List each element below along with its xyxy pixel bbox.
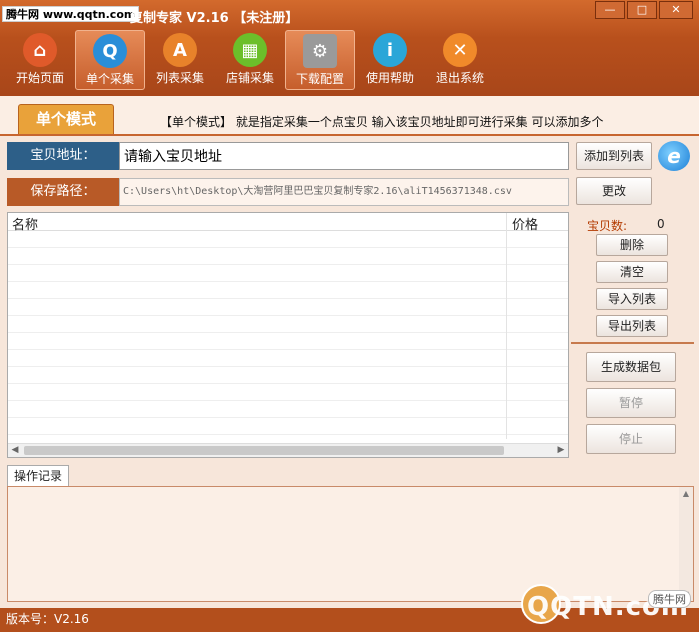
change-path-button[interactable]: 更改 bbox=[576, 177, 652, 205]
table-row bbox=[8, 367, 568, 384]
scroll-right-icon[interactable]: ▶ bbox=[554, 444, 568, 457]
browser-icon[interactable]: e bbox=[658, 141, 690, 171]
close-icon: ✕ bbox=[443, 33, 477, 67]
save-path-label: 保存路径： bbox=[7, 178, 119, 206]
toolbar-label: 单个采集 bbox=[85, 72, 134, 86]
column-divider bbox=[506, 213, 507, 439]
mode-description: 【单个模式】 就是指定采集一个点宝贝 输入该宝贝地址即可进行采集 可以添加多个 bbox=[160, 115, 604, 129]
info-icon: i bbox=[373, 33, 407, 67]
list-icon: A bbox=[163, 33, 197, 67]
toolbar-label: 下载配置 bbox=[295, 72, 344, 86]
panel-divider bbox=[571, 342, 694, 344]
toolbar: ⌂ 开始页面 Q 单个采集 A 列表采集 ▦ 店铺采集 ⚙ 下载配置 i 使用帮… bbox=[5, 30, 495, 90]
toolbar-label: 店铺采集 bbox=[225, 71, 274, 85]
import-list-button[interactable]: 导入列表 bbox=[596, 288, 668, 310]
toolbar-help[interactable]: i 使用帮助 bbox=[355, 30, 425, 90]
window-controls: — □ ✕ bbox=[595, 1, 693, 19]
item-table[interactable]: 名称 价格 ◀ ▶ bbox=[7, 212, 569, 458]
search-icon: Q bbox=[93, 34, 127, 68]
table-header: 名称 价格 bbox=[8, 213, 568, 233]
toolbar-label: 退出系统 bbox=[435, 71, 484, 85]
toolbar-label: 开始页面 bbox=[15, 71, 64, 85]
toolbar-shop-collect[interactable]: ▦ 店铺采集 bbox=[215, 30, 285, 90]
scroll-left-icon[interactable]: ◀ bbox=[8, 444, 22, 457]
item-count-value: 0 bbox=[657, 217, 665, 231]
delete-button[interactable]: 删除 bbox=[596, 234, 668, 256]
pause-button[interactable]: 暂停 bbox=[586, 388, 676, 418]
app-title: 复制专家 V2.16 【未注册】 bbox=[130, 11, 299, 26]
column-price[interactable]: 价格 bbox=[512, 214, 538, 233]
address-input[interactable] bbox=[119, 142, 569, 170]
minimize-button[interactable]: — bbox=[595, 1, 625, 19]
table-row bbox=[8, 282, 568, 299]
stop-button[interactable]: 停止 bbox=[586, 424, 676, 454]
clear-button[interactable]: 清空 bbox=[596, 261, 668, 283]
maximize-button[interactable]: □ bbox=[627, 1, 657, 19]
mode-bar: 单个模式 【单个模式】 就是指定采集一个点宝贝 输入该宝贝地址即可进行采集 可以… bbox=[0, 96, 699, 136]
item-count-label: 宝贝数: bbox=[587, 219, 628, 233]
toolbar-label: 使用帮助 bbox=[365, 71, 414, 85]
table-row bbox=[8, 265, 568, 282]
watermark: 腾牛网 www.qqtn.com bbox=[2, 6, 140, 22]
toolbar-download-config[interactable]: ⚙ 下载配置 bbox=[285, 30, 355, 90]
address-label: 宝贝地址： bbox=[7, 142, 119, 170]
toolbar-exit[interactable]: ✕ 退出系统 bbox=[425, 30, 495, 90]
brand-badge: 腾牛网 bbox=[648, 590, 691, 608]
log-tab[interactable]: 操作记录 bbox=[7, 465, 69, 487]
table-row bbox=[8, 401, 568, 418]
add-to-list-button[interactable]: 添加到列表 bbox=[576, 142, 652, 170]
toolbar-home[interactable]: ⌂ 开始页面 bbox=[5, 30, 75, 90]
export-list-button[interactable]: 导出列表 bbox=[596, 315, 668, 337]
table-row bbox=[8, 299, 568, 316]
generate-package-button[interactable]: 生成数据包 bbox=[586, 352, 676, 382]
column-name[interactable]: 名称 bbox=[12, 214, 38, 233]
mode-tab[interactable]: 单个模式 bbox=[18, 104, 114, 134]
toolbar-label: 列表采集 bbox=[155, 71, 204, 85]
toolbar-single-collect[interactable]: Q 单个采集 bbox=[75, 30, 145, 90]
version-label: 版本号：V2.16 bbox=[6, 612, 89, 626]
horizontal-scrollbar[interactable]: ◀ ▶ bbox=[8, 443, 568, 457]
scroll-thumb[interactable] bbox=[24, 446, 504, 455]
table-row bbox=[8, 418, 568, 435]
scroll-up-icon[interactable]: ▲ bbox=[679, 487, 693, 500]
settings-icon: ⚙ bbox=[303, 34, 337, 68]
table-row bbox=[8, 248, 568, 265]
table-row bbox=[8, 350, 568, 367]
shop-icon: ▦ bbox=[233, 33, 267, 67]
title-bar: 腾牛网 www.qqtn.com 复制专家 V2.16 【未注册】 — □ ✕ … bbox=[0, 0, 699, 96]
save-path-field[interactable]: C:\Users\ht\Desktop\大淘营阿里巴巴宝贝复制专家2.16\al… bbox=[119, 178, 569, 206]
close-button[interactable]: ✕ bbox=[659, 1, 693, 19]
table-row bbox=[8, 384, 568, 401]
toolbar-list-collect[interactable]: A 列表采集 bbox=[145, 30, 215, 90]
table-row bbox=[8, 231, 568, 248]
brand-watermark: QQTN.com 腾牛网 bbox=[513, 584, 693, 630]
home-icon: ⌂ bbox=[23, 33, 57, 67]
table-row bbox=[8, 333, 568, 350]
table-row bbox=[8, 316, 568, 333]
